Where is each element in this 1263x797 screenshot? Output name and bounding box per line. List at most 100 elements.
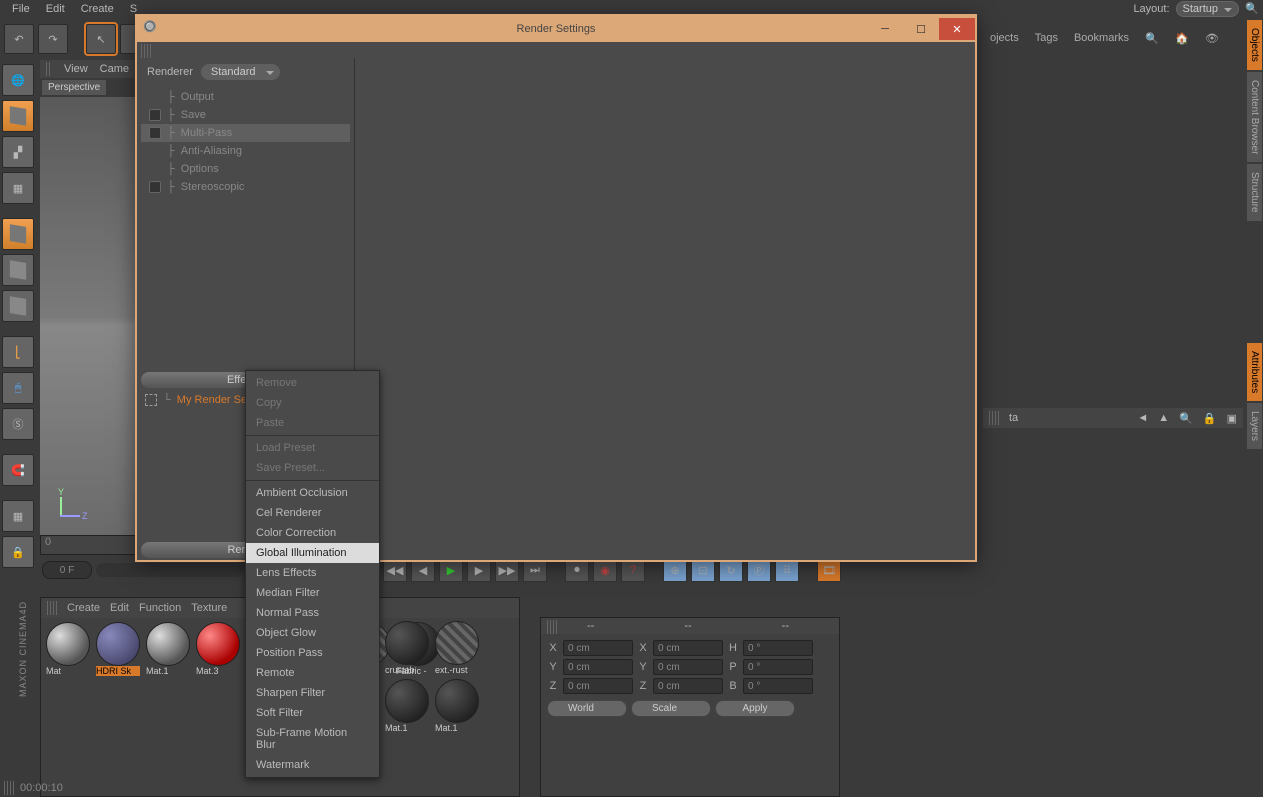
coord-field[interactable] (743, 678, 813, 694)
checkbox[interactable] (149, 109, 161, 121)
search-icon[interactable]: 🔍 (1145, 32, 1159, 46)
render-option-save[interactable]: ├Save (141, 106, 350, 124)
material-item[interactable]: HDRI Sk (95, 622, 141, 676)
coord-space-dropdown[interactable]: World (547, 700, 627, 717)
material-item[interactable]: Mat (45, 622, 91, 676)
nav-back-icon[interactable]: ◄ (1137, 412, 1148, 424)
ctx-watermark[interactable]: Watermark (246, 755, 379, 775)
renderer-dropdown[interactable]: Standard (201, 64, 280, 80)
coord-field[interactable] (563, 659, 633, 675)
material-item[interactable]: Mat.3 (195, 622, 241, 676)
apply-button[interactable]: Apply (715, 700, 795, 717)
menu-create[interactable]: Create (73, 1, 122, 17)
material-item[interactable]: Mat.1 (145, 622, 191, 676)
tab-bookmarks[interactable]: Bookmarks (1074, 32, 1129, 46)
layout-dropdown[interactable]: Startup (1176, 1, 1239, 17)
select-tool[interactable]: ↖ (86, 24, 116, 54)
vtab-content[interactable]: Content Browser (1247, 72, 1262, 162)
mm-function[interactable]: Function (139, 602, 181, 614)
cube-tool2[interactable] (2, 254, 34, 286)
cube-edit[interactable] (2, 218, 34, 250)
close-button[interactable]: ✕ (939, 18, 975, 40)
ctx-normal-pass[interactable]: Normal Pass (246, 603, 379, 623)
vtab-attributes[interactable]: Attributes (1247, 343, 1262, 401)
vp-menu-view[interactable]: View (64, 63, 88, 75)
dialog-titlebar[interactable]: 🔘 Render Settings ─ ☐ ✕ (137, 16, 975, 42)
render-option-output[interactable]: ├Output (141, 88, 350, 106)
material-item[interactable]: crustab (384, 621, 430, 675)
grip-icon[interactable] (46, 62, 52, 76)
grid-tool[interactable]: ▦ (2, 172, 34, 204)
viewport-canvas[interactable]: Y Z (40, 97, 135, 537)
coord-field[interactable] (563, 640, 633, 656)
eye-icon[interactable]: 👁 (1205, 32, 1219, 46)
ctx-copy: Copy (246, 393, 379, 413)
cube-primitive[interactable] (2, 100, 34, 132)
cube-tool3[interactable] (2, 290, 34, 322)
coord-field[interactable] (653, 640, 723, 656)
render-option-anti-aliasing[interactable]: ├Anti-Aliasing (141, 142, 350, 160)
lock-tool[interactable]: 🔒 (2, 536, 34, 568)
ctx-soft-filter[interactable]: Soft Filter (246, 703, 379, 723)
material-item[interactable]: ext.-rust (434, 621, 480, 675)
grip-icon[interactable] (547, 620, 557, 634)
undo-button[interactable]: ↶ (4, 24, 34, 54)
grip-icon[interactable] (141, 44, 151, 58)
home-icon[interactable]: 🏠 (1175, 32, 1189, 46)
coord-field[interactable] (743, 659, 813, 675)
globe-tool[interactable]: 🌐 (2, 64, 34, 96)
search-icon[interactable]: 🔍 (1179, 412, 1193, 425)
redo-button[interactable]: ↷ (38, 24, 68, 54)
ctx-ambient-occlusion[interactable]: Ambient Occlusion (246, 483, 379, 503)
ctx-color-correction[interactable]: Color Correction (246, 523, 379, 543)
ctx-remote[interactable]: Remote (246, 663, 379, 683)
vtab-layers[interactable]: Layers (1247, 403, 1262, 449)
ctx-sharpen-filter[interactable]: Sharpen Filter (246, 683, 379, 703)
coord-field[interactable] (653, 678, 723, 694)
ctx-median-filter[interactable]: Median Filter (246, 583, 379, 603)
tab-objects[interactable]: ojects (990, 32, 1019, 46)
ctx-sub-frame-motion-blur[interactable]: Sub-Frame Motion Blur (246, 723, 379, 755)
new-icon[interactable]: ▣ (1227, 412, 1237, 425)
checkbox[interactable] (149, 127, 161, 139)
grip-icon[interactable] (47, 601, 57, 615)
workplane-tool[interactable]: ▦ (2, 500, 34, 532)
magnet-tool[interactable]: 🧲 (2, 454, 34, 486)
render-option-multi-pass[interactable]: ├Multi-Pass (141, 124, 350, 142)
checkbox[interactable] (149, 181, 161, 193)
vtab-objects[interactable]: Objects (1247, 20, 1262, 70)
mouse-tool[interactable]: 🖱 (2, 372, 34, 404)
checker-tool[interactable]: ▞ (2, 136, 34, 168)
coord-field[interactable] (563, 678, 633, 694)
minimize-button[interactable]: ─ (867, 18, 903, 40)
grip-icon[interactable] (989, 411, 999, 425)
timeline-slider[interactable] (96, 563, 243, 577)
render-option-options[interactable]: ├Options (141, 160, 350, 178)
ctx-object-glow[interactable]: Object Glow (246, 623, 379, 643)
coord-mode-dropdown[interactable]: Scale (631, 700, 711, 717)
vtab-structure[interactable]: Structure (1247, 164, 1262, 221)
ctx-global-illumination[interactable]: Global Illumination (246, 543, 379, 563)
mm-create[interactable]: Create (67, 602, 100, 614)
vp-menu-camera[interactable]: Came (100, 63, 129, 75)
menu-edit[interactable]: Edit (38, 1, 73, 17)
maximize-button[interactable]: ☐ (903, 18, 939, 40)
lock-icon[interactable]: 🔒 (1203, 412, 1217, 425)
coord-field[interactable] (653, 659, 723, 675)
snap-tool[interactable]: Ⓢ (2, 408, 34, 440)
ctx-lens-effects[interactable]: Lens Effects (246, 563, 379, 583)
material-item[interactable]: Mat.1 (434, 679, 480, 733)
frame-start[interactable] (42, 561, 92, 579)
material-item[interactable]: Mat.1 (384, 679, 430, 733)
mm-edit[interactable]: Edit (110, 602, 129, 614)
ctx-cel-renderer[interactable]: Cel Renderer (246, 503, 379, 523)
search-icon[interactable]: 🔍 (1245, 2, 1259, 16)
tab-tags[interactable]: Tags (1035, 32, 1058, 46)
coord-field[interactable] (743, 640, 813, 656)
menu-file[interactable]: File (4, 1, 38, 17)
axis-tool[interactable]: ⎣ (2, 336, 34, 368)
mm-texture[interactable]: Texture (191, 602, 227, 614)
ctx-position-pass[interactable]: Position Pass (246, 643, 379, 663)
nav-fwd-icon[interactable]: ▲ (1158, 412, 1169, 424)
render-option-stereoscopic[interactable]: ├Stereoscopic (141, 178, 350, 196)
